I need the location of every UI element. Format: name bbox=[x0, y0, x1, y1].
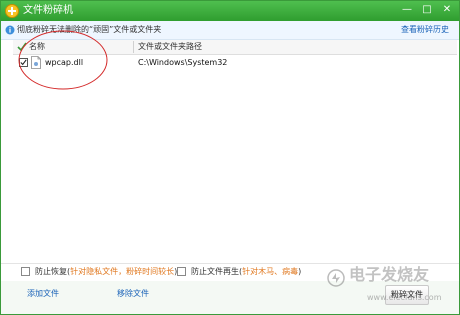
file-name: wpcap.dll bbox=[45, 58, 84, 67]
column-name-header[interactable]: 名称 bbox=[29, 42, 45, 52]
maximize-button[interactable]: □ bbox=[419, 3, 435, 17]
prevent-recovery-checkbox[interactable] bbox=[21, 267, 30, 276]
prevent-regen-note-close: ) bbox=[298, 267, 302, 276]
select-all-checkmark-icon[interactable] bbox=[17, 42, 27, 52]
shredder-app-icon bbox=[5, 4, 19, 18]
options-bar: 防止恢复(针对隐私文件，粉碎时间较长) 防止文件再生(针对木马、病毒) bbox=[1, 263, 459, 280]
check-icon bbox=[20, 59, 27, 66]
prevent-recovery-option: 防止恢复(针对隐私文件，粉碎时间较长) bbox=[35, 267, 177, 277]
window-title: 文件粉碎机 bbox=[23, 5, 73, 16]
bottom-bar: 添加文件 移除文件 粉碎文件 bbox=[1, 281, 459, 314]
close-button[interactable]: ✕ bbox=[439, 3, 455, 17]
prevent-recovery-note: 针对隐私文件，粉碎时间较长 bbox=[70, 267, 175, 276]
prevent-regen-label: 防止文件再生 bbox=[191, 267, 239, 276]
file-path: C:\Windows\System32 bbox=[138, 58, 228, 67]
column-path-header[interactable]: 文件或文件夹路径 bbox=[138, 42, 202, 52]
info-icon bbox=[5, 25, 15, 35]
table-row[interactable]: wpcap.dll C:\Windows\System32 bbox=[13, 55, 457, 71]
title-bar[interactable]: 文件粉碎机 — □ ✕ bbox=[1, 1, 459, 21]
shred-file-button[interactable]: 粉碎文件 bbox=[385, 285, 429, 305]
prevent-recovery-label: 防止恢复 bbox=[35, 267, 67, 276]
info-bar: 彻底粉碎无法删除的“顽固”文件或文件夹 查看粉碎历史 bbox=[1, 21, 459, 40]
remove-file-link[interactable]: 移除文件 bbox=[117, 289, 149, 299]
column-header: 名称 文件或文件夹路径 bbox=[13, 40, 457, 55]
info-text: 彻底粉碎无法删除的“顽固”文件或文件夹 bbox=[17, 25, 162, 34]
file-shredder-window: 文件粉碎机 — □ ✕ 彻底粉碎无法删除的“顽固”文件或文件夹 查看粉碎历史 名… bbox=[0, 0, 460, 315]
prevent-regen-note: 针对木马、病毒 bbox=[242, 267, 299, 276]
dll-file-icon bbox=[31, 56, 41, 69]
prevent-regen-checkbox[interactable] bbox=[177, 267, 186, 276]
row-checkbox[interactable] bbox=[19, 58, 28, 67]
view-shred-history-link[interactable]: 查看粉碎历史 bbox=[401, 25, 449, 35]
prevent-regen-option: 防止文件再生(针对木马、病毒) bbox=[191, 267, 301, 277]
minimize-button[interactable]: — bbox=[399, 3, 415, 17]
add-file-link[interactable]: 添加文件 bbox=[27, 289, 59, 299]
column-divider bbox=[133, 41, 134, 53]
